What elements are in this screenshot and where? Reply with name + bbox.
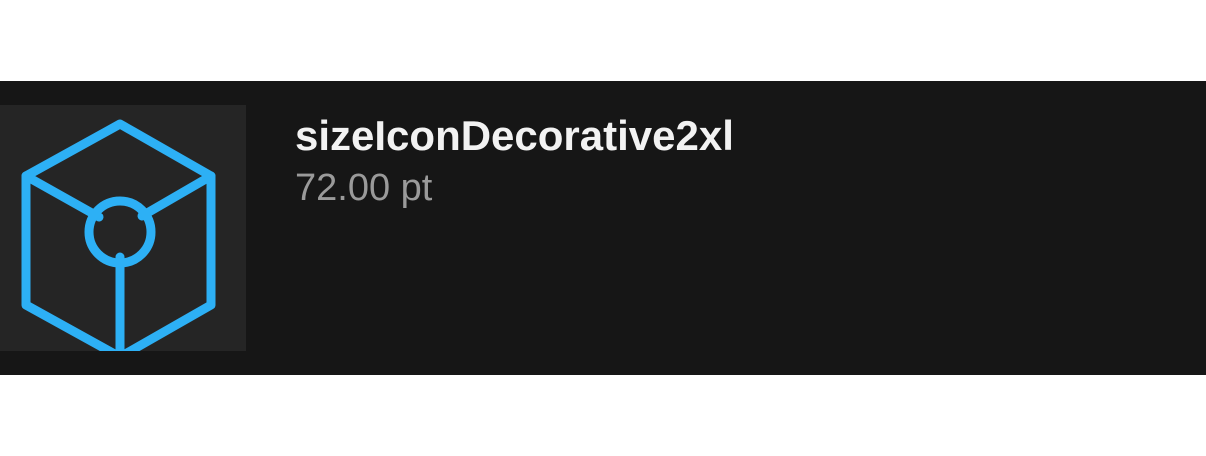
token-name: sizeIconDecorative2xl <box>295 112 734 159</box>
token-value: 72.00 pt <box>295 167 433 209</box>
icon-preview-tile <box>0 105 246 351</box>
token-row: sizeIconDecorative2xl 72.00 pt <box>0 81 1206 375</box>
cube-icon <box>21 119 216 351</box>
